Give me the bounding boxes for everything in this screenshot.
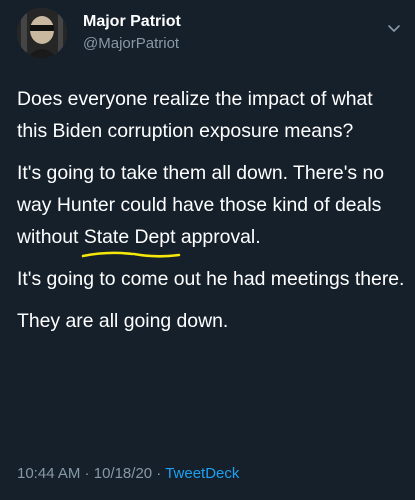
- tweet-paragraph: It's going to come out he had meetings t…: [17, 263, 407, 295]
- tweet-card: Major Patriot @MajorPatriot Does everyon…: [0, 0, 415, 500]
- yellow-underline-mark: [81, 251, 134, 258]
- tweet-text-4: They are all going down.: [17, 310, 229, 332]
- underlined-dept: Dept: [132, 221, 180, 258]
- dept-word: Dept: [134, 226, 176, 248]
- tweet-time[interactable]: 10:44 AM: [17, 465, 80, 482]
- tweet-meta: 10:44 AM · 10/18/20 · TweetDeck: [17, 464, 239, 484]
- meta-separator: ·: [152, 465, 166, 482]
- tweet-body: Does everyone realize the impact of what…: [17, 83, 407, 347]
- author-handle[interactable]: @MajorPatriot: [83, 34, 179, 54]
- chevron-down-icon[interactable]: [387, 24, 401, 34]
- tweet-text-2-end: approval.: [175, 226, 261, 248]
- tweet-paragraph: They are all going down.: [17, 305, 407, 337]
- avatar[interactable]: [17, 8, 67, 58]
- tweet-source-link[interactable]: TweetDeck: [165, 465, 239, 482]
- avatar-image: [17, 8, 67, 58]
- tweet-date[interactable]: 10/18/20: [94, 465, 152, 482]
- tweet-paragraph: Does everyone realize the impact of what…: [17, 83, 407, 147]
- underlined-state: State: [81, 221, 134, 258]
- state-word: State: [83, 226, 130, 248]
- tweet-paragraph: It's going to take them all down. There'…: [17, 157, 407, 258]
- tweet-text-3: It's going to come out he had meetings t…: [17, 268, 405, 290]
- author-name[interactable]: Major Patriot: [83, 12, 181, 32]
- meta-separator: ·: [80, 465, 94, 482]
- tweet-text-2: It's going to take them all down. There'…: [17, 157, 407, 258]
- tweet-text-1: Does everyone realize the impact of what…: [17, 88, 373, 142]
- yellow-underline-mark: [132, 252, 180, 258]
